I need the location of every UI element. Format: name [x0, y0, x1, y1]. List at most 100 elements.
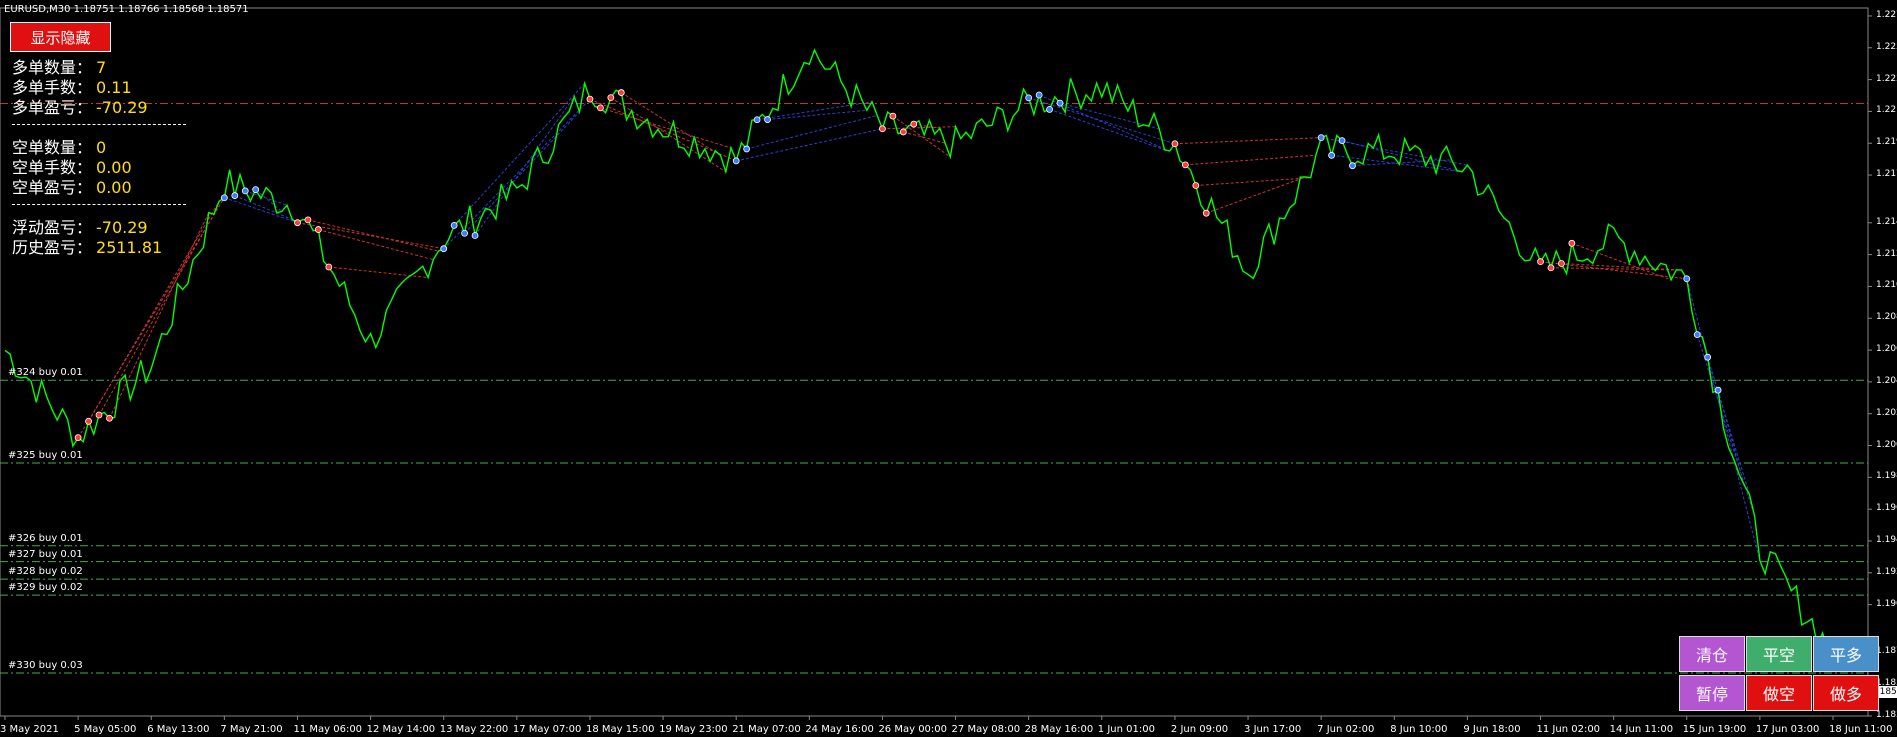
- long-pnl-label: 多单盈亏：: [12, 98, 93, 117]
- time-tick-label: 21 May 07:00: [732, 724, 801, 735]
- time-tick-label: 13 May 22:00: [439, 724, 509, 735]
- separator-2: [12, 204, 186, 205]
- price-tick-label: 1.196: [1876, 503, 1897, 514]
- trade-link: [892, 115, 951, 158]
- trade-marker: [304, 216, 312, 224]
- trade-marker: [910, 120, 918, 128]
- sell-button[interactable]: 做空: [1746, 675, 1812, 711]
- time-tick-label: 27 May 08:00: [951, 724, 1021, 735]
- trade-link: [767, 109, 867, 121]
- price-tick-label: 1.192: [1876, 566, 1897, 577]
- trade-marker: [586, 95, 594, 103]
- time-tick-label: 3 May 2021: [0, 724, 59, 735]
- time-tick-label: 18 May 15:00: [585, 724, 655, 735]
- trade-marker: [1192, 182, 1200, 189]
- price-tick-label: 1.225: [1876, 41, 1897, 52]
- time-tick-label: 5 May 05:00: [74, 724, 137, 735]
- trade-link: [1352, 159, 1452, 167]
- short-pnl-label: 空单盈亏：: [12, 178, 93, 197]
- trade-marker: [1181, 161, 1189, 169]
- trade-link: [1707, 357, 1750, 495]
- trade-marker: [597, 104, 604, 112]
- trade-link: [736, 128, 883, 162]
- time-tick-label: 11 Jun 02:00: [1536, 724, 1601, 735]
- trade-marker: [1025, 94, 1033, 102]
- trade-marker: [732, 157, 740, 165]
- trade-marker: [440, 245, 448, 253]
- chart-area[interactable]: [0, 0, 1897, 737]
- trade-marker: [1693, 331, 1701, 339]
- trade-link: [1049, 108, 1165, 151]
- price-tick-label: 1.204: [1876, 375, 1897, 386]
- trade-marker: [1547, 264, 1555, 272]
- time-tick-label: 3 Jun 17:00: [1244, 724, 1302, 735]
- trade-link: [234, 195, 293, 220]
- trade-marker: [1202, 209, 1210, 217]
- trade-marker: [1704, 353, 1712, 361]
- long-pnl-row: 多单盈亏： -70.29: [12, 94, 148, 118]
- trade-marker: [252, 186, 260, 194]
- trade-marker: [74, 434, 82, 442]
- trade-marker: [294, 219, 301, 227]
- trade-link: [1174, 137, 1322, 145]
- trade-marker: [1714, 386, 1722, 394]
- price-tick-label: 1.190: [1876, 598, 1897, 609]
- price-tick-label: 1.183: [1876, 710, 1897, 720]
- trade-marker: [743, 145, 751, 153]
- trade-marker: [220, 194, 228, 202]
- trade-marker: [1349, 162, 1356, 170]
- trade-link: [600, 107, 732, 149]
- time-tick-label: 2 Jun 09:00: [1170, 724, 1229, 735]
- buy-button[interactable]: 做多: [1813, 675, 1879, 711]
- time-tick-label: 11 May 06:00: [293, 724, 363, 735]
- time-tick-label: 7 May 21:00: [220, 724, 283, 735]
- history-pnl-row: 历史盈亏： 2511.81: [12, 234, 162, 258]
- time-tick-label: 17 Jun 03:00: [1755, 724, 1820, 735]
- order-label: #327 buy 0.01: [8, 548, 83, 560]
- time-tick-label: 1 Jun 01:00: [1097, 724, 1155, 735]
- time-tick-label: 19 May 23:00: [659, 724, 728, 735]
- history-pnl-value: 2511.81: [96, 238, 163, 257]
- trade-marker: [1056, 99, 1064, 107]
- price-tick-label: 1.206: [1876, 344, 1897, 355]
- symbol-header: EURUSD,M30 1.18751 1.18766 1.18568 1.185…: [4, 4, 249, 15]
- trade-marker: [753, 116, 761, 124]
- price-tick-label: 1.212: [1876, 248, 1897, 259]
- time-tick-label: 6 May 13:00: [147, 724, 210, 735]
- trade-link: [453, 83, 586, 226]
- price-tick-label: 1.210: [1876, 280, 1897, 291]
- close-long-button[interactable]: 平多: [1813, 636, 1879, 672]
- trade-link: [1571, 242, 1672, 281]
- time-tick-label: 9 Jun 18:00: [1463, 724, 1521, 735]
- close-all-button[interactable]: 清仓: [1679, 636, 1745, 672]
- time-tick-label: 12 May 14:00: [366, 724, 436, 735]
- separator-1: [12, 124, 186, 125]
- time-tick-label: 24 May 16:00: [805, 724, 874, 735]
- short-pnl-value: 0.00: [96, 178, 132, 197]
- trade-link: [307, 219, 439, 252]
- time-tick-label: 26 May 00:00: [878, 724, 948, 735]
- trade-marker: [450, 221, 458, 229]
- trade-marker: [471, 232, 479, 239]
- trade-marker: [1568, 239, 1576, 247]
- order-label: #326 buy 0.01: [8, 532, 83, 544]
- trade-marker: [1317, 134, 1325, 142]
- price-tick-label: 1.214: [1876, 216, 1897, 227]
- close-short-button[interactable]: 平空: [1746, 636, 1812, 672]
- trade-marker: [314, 226, 322, 233]
- time-tick-label: 28 May 16:00: [1024, 724, 1094, 735]
- price-tick-label: 1.221: [1876, 105, 1897, 116]
- pause-button[interactable]: 暂停: [1679, 675, 1745, 711]
- price-tick-label: 1.187: [1876, 646, 1897, 657]
- time-tick-label: 18 Jun 11:00: [1829, 724, 1893, 735]
- price-tick-label: 1.200: [1876, 439, 1897, 450]
- trade-marker: [461, 229, 469, 237]
- trade-link: [882, 126, 956, 130]
- trade-link: [757, 101, 873, 121]
- trade-marker: [241, 187, 249, 195]
- show-hide-button[interactable]: 显示隐藏: [10, 22, 111, 52]
- trade-link: [1028, 97, 1176, 145]
- trade-marker: [1683, 275, 1691, 283]
- price-tick-label: 1.198: [1876, 471, 1897, 482]
- time-tick-label: 14 Jun 11:00: [1609, 724, 1674, 735]
